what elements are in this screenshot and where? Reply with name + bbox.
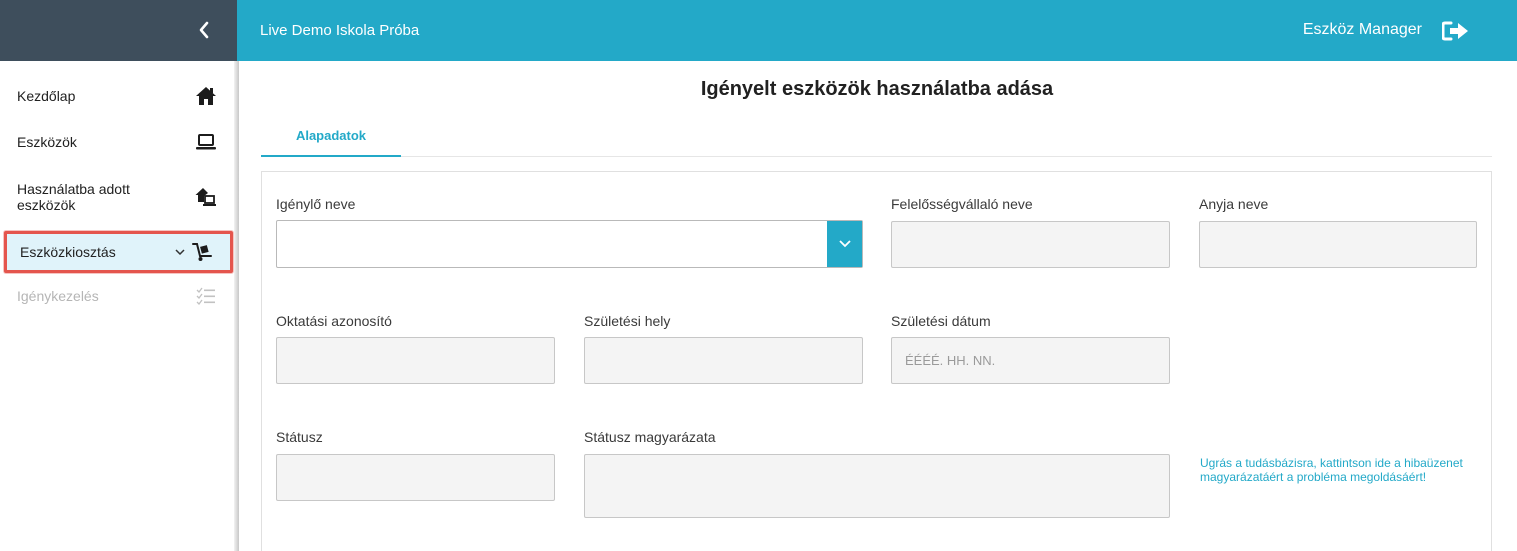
house-device-icon [195, 186, 217, 208]
status-description-field[interactable] [584, 454, 1170, 518]
sidebar-item-eszkozkiosztas[interactable]: Eszközkiosztás [4, 231, 233, 273]
requester-select[interactable] [276, 220, 863, 268]
knowledge-base-link[interactable]: Ugrás a tudásbázisra, kattintson ide a h… [1200, 456, 1470, 484]
logout-button[interactable] [1441, 18, 1471, 44]
sidebar-collapse-button[interactable] [191, 17, 217, 43]
sidebar: Kezdőlap Eszközök Használatba adott eszk… [0, 0, 237, 551]
sidebar-divider [234, 61, 239, 551]
sidebar-item-label: Használatba adott eszközök [17, 181, 130, 213]
tab-bar: Alapadatok [261, 128, 1492, 157]
edu-id-field[interactable] [276, 337, 555, 384]
sidebar-item-igenykezeles[interactable]: Igénykezelés [0, 273, 237, 319]
checklist-icon [195, 285, 217, 307]
user-name: Eszköz Manager [1302, 21, 1422, 38]
logout-icon [1442, 21, 1468, 41]
page-title: Igényelt eszközök használatba adása [700, 78, 1054, 100]
birthplace-field[interactable] [584, 337, 863, 384]
chevron-down-icon [838, 240, 851, 248]
school-name: Live Demo Iskola Próba [260, 22, 420, 39]
guarantor-field[interactable] [891, 221, 1170, 268]
edu-id-label: Oktatási azonosító [276, 313, 392, 329]
home-icon [195, 85, 217, 107]
guarantor-label: Felelősségvállaló neve [891, 196, 1033, 212]
status-label: Státusz [276, 429, 323, 445]
sidebar-item-eszkozok[interactable]: Eszközök [0, 119, 237, 165]
chevron-left-icon [199, 21, 209, 39]
sidebar-item-label: Eszközkiosztás [20, 244, 116, 260]
birthdate-field[interactable] [891, 337, 1170, 384]
birthplace-label: Születési hely [584, 313, 671, 329]
sidebar-header [0, 0, 237, 61]
sidebar-item-label: Igénykezelés [17, 288, 99, 304]
requester-dropdown-button[interactable] [827, 221, 862, 267]
birthdate-label: Születési dátum [891, 313, 991, 329]
sidebar-item-label: Kezdőlap [17, 88, 76, 104]
form-panel: Igénylő neve Felelősségvállaló neve Anyj… [261, 171, 1492, 551]
status-field[interactable] [276, 454, 555, 501]
sidebar-nav: Kezdőlap Eszközök Használatba adott eszk… [0, 73, 237, 319]
sidebar-item-hasznalatba-adott[interactable]: Használatba adott eszközök [0, 165, 237, 229]
mother-name-field[interactable] [1199, 221, 1477, 268]
requester-label: Igénylő neve [276, 196, 356, 212]
sidebar-item-label: Eszközök [17, 134, 77, 150]
laptop-icon [195, 131, 217, 153]
chevron-down-icon [175, 249, 185, 256]
tab-alapadatok[interactable]: Alapadatok [261, 128, 401, 157]
hand-truck-icon [191, 241, 213, 263]
top-bar: Live Demo Iskola Próba Eszköz Manager [237, 0, 1517, 61]
sidebar-item-kezdolap[interactable]: Kezdőlap [0, 73, 237, 119]
status-description-label: Státusz magyarázata [584, 429, 716, 445]
mother-name-label: Anyja neve [1199, 196, 1269, 212]
